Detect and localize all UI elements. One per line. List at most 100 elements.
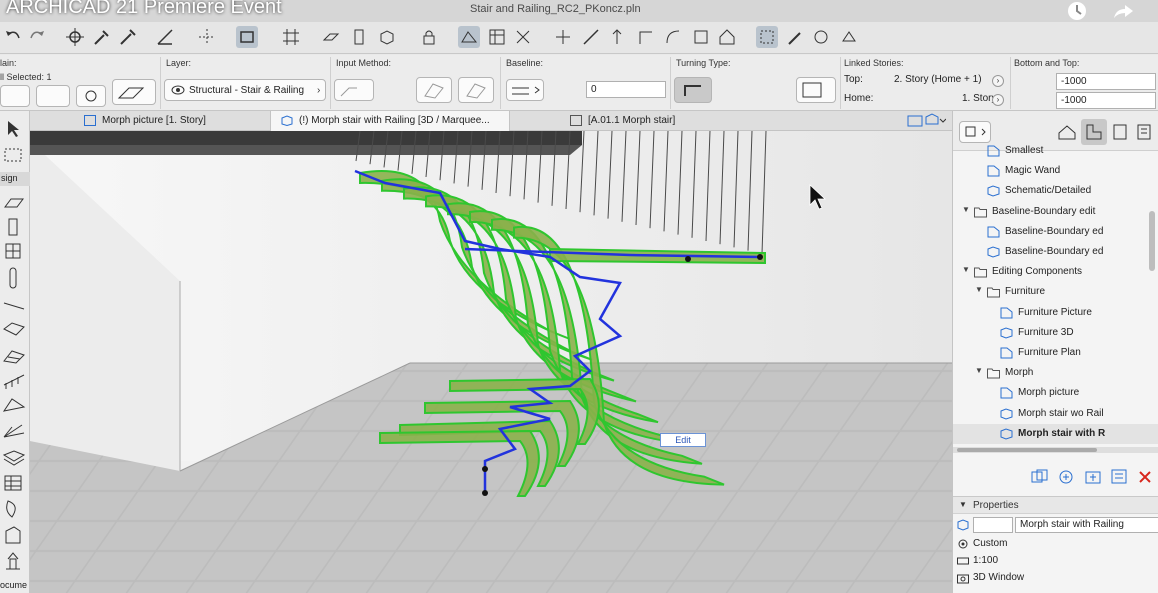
view-settings-icon[interactable] xyxy=(1111,469,1129,490)
navigator-view-item[interactable]: Furniture Picture xyxy=(953,303,1158,323)
curve-icon[interactable] xyxy=(662,26,684,48)
lock-icon[interactable] xyxy=(418,26,440,48)
roof-tool-icon[interactable] xyxy=(2,319,26,339)
adjust-icon[interactable] xyxy=(580,26,602,48)
eyedropper-icon[interactable] xyxy=(90,26,112,48)
syringe-icon[interactable] xyxy=(116,26,138,48)
tab-morph-picture[interactable]: Morph picture [1. Story] xyxy=(74,111,268,131)
guide-line-icon[interactable] xyxy=(154,26,176,48)
zone-tool-icon[interactable] xyxy=(2,525,26,545)
horizontal-scrollbar[interactable] xyxy=(953,447,1158,453)
table-icon[interactable] xyxy=(486,26,508,48)
expand-triangle-icon[interactable]: ▼ xyxy=(975,285,983,294)
tab-morph-stair-3d[interactable]: (!) Morph stair with Railing [3D / Marqu… xyxy=(270,111,510,131)
layer-view-icon[interactable] xyxy=(236,26,258,48)
navigator-view-item[interactable]: Morph stair with R xyxy=(953,423,1158,444)
navigator-view-item[interactable]: Morph picture xyxy=(953,383,1158,403)
arrow-tool-icon[interactable] xyxy=(2,119,26,139)
layer-selector[interactable]: Structural - Stair & Railing › xyxy=(164,79,326,101)
home-story-chevron-icon[interactable]: › xyxy=(992,94,1004,106)
new-clone-folder-icon[interactable] xyxy=(1031,469,1049,490)
input-method-stair-icon-2[interactable] xyxy=(458,77,494,103)
split-icon[interactable] xyxy=(552,26,574,48)
vertical-scrollbar[interactable] xyxy=(1149,211,1155,271)
top-offset-field[interactable]: -1000 xyxy=(1056,73,1156,90)
3d-viewport[interactable]: Edit xyxy=(30,131,952,593)
navigator-view-item[interactable]: Baseline-Boundary ed xyxy=(953,242,1158,262)
delete-icon[interactable] xyxy=(1137,469,1153,490)
home-story-icon[interactable] xyxy=(716,26,738,48)
trace-icon[interactable] xyxy=(756,26,778,48)
rotate-button[interactable] xyxy=(76,85,106,107)
cube-icon[interactable] xyxy=(376,26,398,48)
navigator-folder[interactable]: ▼ Furniture xyxy=(953,282,1158,302)
stair-tool-icon[interactable] xyxy=(2,345,26,365)
publish-icon[interactable] xyxy=(838,26,860,48)
input-method-stair-icon[interactable] xyxy=(416,77,452,103)
properties-scale-row[interactable]: 1:100 xyxy=(953,553,1158,570)
navigator-view-item[interactable]: Schematic/Detailed xyxy=(953,181,1158,201)
grid-icon[interactable] xyxy=(280,26,302,48)
pen-selector[interactable] xyxy=(0,85,30,107)
save-view-icon[interactable] xyxy=(1057,469,1075,490)
expand-triangle-icon[interactable]: ▼ xyxy=(962,205,970,214)
object-tool-icon[interactable] xyxy=(2,473,26,493)
beam-tool-icon[interactable] xyxy=(2,267,26,289)
door-icon[interactable] xyxy=(348,26,370,48)
column-tool-icon[interactable] xyxy=(2,217,26,237)
redo-icon[interactable] xyxy=(26,26,48,48)
offset-icon[interactable] xyxy=(690,26,712,48)
navigator-folder[interactable]: ▼ Editing Components xyxy=(953,262,1158,282)
top-story-value[interactable]: 2. Story (Home + 1) xyxy=(894,74,982,85)
railing-tool-icon[interactable] xyxy=(2,371,26,391)
view-settings-dropdown[interactable] xyxy=(906,113,947,129)
baseline-offset-field[interactable]: 0 xyxy=(586,81,666,98)
expand-triangle-icon[interactable]: ▼ xyxy=(962,265,970,274)
explode-icon[interactable] xyxy=(512,26,534,48)
design-section-label[interactable]: sign xyxy=(0,172,30,186)
navigator-view-item[interactable]: Furniture 3D xyxy=(953,323,1158,343)
share-icon[interactable] xyxy=(1110,0,1136,22)
properties-custom-row[interactable]: Custom xyxy=(953,536,1158,553)
curtain-wall-tool-icon[interactable] xyxy=(2,421,26,441)
wall-tool-icon[interactable] xyxy=(2,193,26,213)
navigator-view-item[interactable]: Morph stair wo Rail xyxy=(953,404,1158,424)
navigator-view-item[interactable]: Magic Wand xyxy=(953,161,1158,181)
new-folder-icon[interactable] xyxy=(1085,469,1103,490)
navigator-view-item[interactable]: Baseline-Boundary ed xyxy=(953,222,1158,242)
slab-tool-icon[interactable] xyxy=(2,295,26,315)
elevate-icon[interactable] xyxy=(606,26,628,48)
document-section-label[interactable]: ocume xyxy=(0,579,30,593)
edit-tooltip[interactable]: Edit xyxy=(660,433,706,447)
properties-header[interactable]: ▼ Properties xyxy=(953,496,1158,514)
properties-window-row[interactable]: 3D Window xyxy=(953,570,1158,587)
window-tool-icon[interactable] xyxy=(2,241,26,261)
suspend-groups-icon[interactable] xyxy=(458,26,480,48)
baseline-selector[interactable] xyxy=(506,79,544,101)
shell-tool-icon[interactable] xyxy=(2,447,26,467)
top-story-chevron-icon[interactable]: › xyxy=(992,75,1004,87)
undo-icon[interactable] xyxy=(2,26,24,48)
turning-type-options[interactable] xyxy=(796,77,836,103)
watch-later-icon[interactable] xyxy=(1064,0,1090,22)
render-icon[interactable] xyxy=(810,26,832,48)
morph-tool-icon[interactable] xyxy=(2,499,26,519)
mesh-tool-icon[interactable] xyxy=(2,395,26,415)
turning-type-landing[interactable] xyxy=(674,77,712,103)
navigator-view-item[interactable]: Furniture Plan xyxy=(953,343,1158,363)
navigator-folder[interactable]: ▼ Morph xyxy=(953,363,1158,383)
line-type-selector[interactable] xyxy=(36,85,70,107)
view-name-field[interactable]: Morph stair with Railing xyxy=(1015,517,1158,533)
navigator-view-item[interactable]: Smallest xyxy=(953,141,1158,161)
corner-icon[interactable] xyxy=(634,26,656,48)
tab-morph-stair-section[interactable]: [A.01.1 Morph stair] xyxy=(560,111,760,131)
input-method-selector[interactable] xyxy=(334,79,374,101)
marquee-tool-icon[interactable] xyxy=(2,145,26,165)
snap-guides-icon[interactable] xyxy=(196,26,218,48)
lamp-tool-icon[interactable] xyxy=(2,551,26,571)
slab-icon[interactable] xyxy=(320,26,342,48)
expand-triangle-icon[interactable]: ▼ xyxy=(975,366,983,375)
magnet-snap-icon[interactable] xyxy=(64,26,86,48)
bottom-offset-field[interactable]: -1000 xyxy=(1056,92,1156,109)
navigator-folder[interactable]: ▼ Baseline-Boundary edit xyxy=(953,202,1158,222)
